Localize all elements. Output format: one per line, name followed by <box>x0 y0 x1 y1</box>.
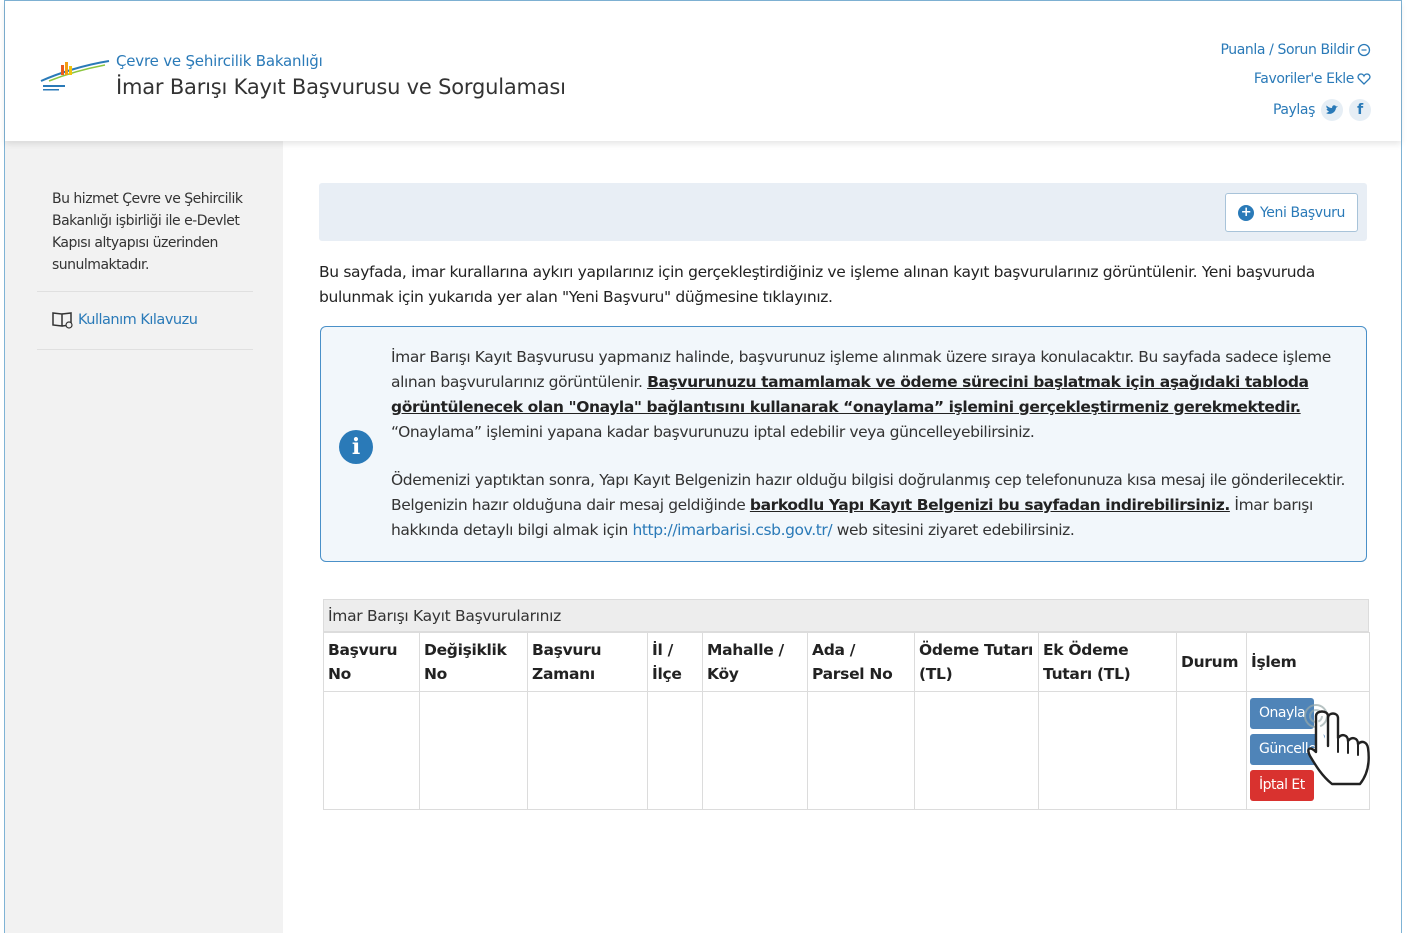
column-header: Mahalle / Köy <box>702 632 808 692</box>
imarbarisi-link[interactable]: http://imarbarisi.csb.gov.tr/ <box>632 521 832 539</box>
sidebar: Bu hizmet Çevre ve Şehircilik Bakanlığı … <box>5 141 283 933</box>
column-header: Başvuru No <box>323 632 420 692</box>
table-cell <box>323 691 420 810</box>
table-cell <box>1038 691 1177 810</box>
info-box: i İmar Barışı Kayıt Başvurusu yapmanız h… <box>320 326 1367 562</box>
table-row: Onayla Güncelle İptal Et <box>323 691 1370 810</box>
table-cell <box>807 691 915 810</box>
sidebar-description: Bu hizmet Çevre ve Şehircilik Bakanlığı … <box>52 191 243 273</box>
column-header: Başvuru Zamanı <box>527 632 648 692</box>
column-header: Ada / Parsel No <box>807 632 915 692</box>
table-cell <box>419 691 528 810</box>
ministry-name[interactable]: Çevre ve Şehircilik Bakanlığı <box>116 52 323 70</box>
rate-link[interactable]: Puanla / Sorun Bildir <box>1220 35 1371 64</box>
favorites-link[interactable]: Favoriler'e Ekle <box>1220 64 1371 93</box>
column-header: Ödeme Tutarı (TL) <box>914 632 1039 692</box>
heart-icon <box>1357 72 1371 85</box>
header-links: Puanla / Sorun Bildir Favoriler'e Ekle P… <box>1220 35 1371 124</box>
info-p2-bold: barkodlu Yapı Kayıt Belgenizi bu sayfada… <box>749 496 1230 514</box>
intro-text: Bu sayfada, imar kurallarına aykırı yapı… <box>319 263 1315 306</box>
info-paragraph-1: İmar Barışı Kayıt Başvurusu yapmanız hal… <box>391 345 1353 445</box>
table-header-row: Başvuru No Değişiklik No Başvuru Zamanı … <box>323 632 1370 692</box>
info-icon: i <box>339 430 373 464</box>
plus-circle-icon: + <box>1238 204 1255 221</box>
page-header: Çevre ve Şehircilik Bakanlığı İmar Barış… <box>5 1 1401 141</box>
share-row: Paylaş f <box>1220 95 1371 124</box>
main-content: + Yeni Başvuru Bu sayfada, imar kurallar… <box>319 183 1370 810</box>
info-p2-tail: web sitesini ziyaret edebilirsiniz. <box>832 521 1075 539</box>
table-cell <box>647 691 703 810</box>
new-application-label: Yeni Başvuru <box>1260 204 1345 221</box>
divider <box>37 349 253 350</box>
column-header: Durum <box>1176 632 1247 692</box>
user-guide-label: Kullanım Kılavuzu <box>78 312 198 328</box>
toolbar: + Yeni Başvuru <box>319 183 1367 241</box>
user-guide-link[interactable]: Kullanım Kılavuzu <box>52 311 198 329</box>
new-application-button[interactable]: + Yeni Başvuru <box>1225 193 1358 232</box>
page-frame: Çevre ve Şehircilik Bakanlığı İmar Barış… <box>4 0 1402 933</box>
info-p1-tail: “Onaylama” işlemini yapana kadar başvuru… <box>391 423 1035 441</box>
column-header: Değişiklik No <box>419 632 528 692</box>
twitter-icon[interactable] <box>1321 98 1343 121</box>
page-title: İmar Barışı Kayıt Başvurusu ve Sorgulama… <box>116 75 566 99</box>
favorites-link-label: Favoriler'e Ekle <box>1253 70 1354 87</box>
table-caption: İmar Barışı Kayıt Başvurularınız <box>323 599 1369 632</box>
table: Başvuru No Değişiklik No Başvuru Zamanı … <box>323 632 1370 810</box>
table-cell <box>914 691 1039 810</box>
book-icon <box>52 312 73 329</box>
table-cell <box>702 691 808 810</box>
rate-link-label: Puanla / Sorun Bildir <box>1220 41 1354 58</box>
table-cell <box>527 691 648 810</box>
chat-icon <box>1357 43 1371 56</box>
info-paragraph-2: Ödemenizi yaptıktan sonra, Yapı Kayıt Be… <box>391 468 1353 543</box>
divider <box>37 291 253 292</box>
column-header: Ek Ödeme Tutarı (TL) <box>1038 632 1177 692</box>
column-header: İşlem <box>1246 632 1370 692</box>
pointer-hand-icon <box>1304 704 1370 786</box>
ministry-logo[interactable] <box>39 51 111 93</box>
info-text: İmar Barışı Kayıt Başvurusu yapmanız hal… <box>391 345 1353 543</box>
column-header: İl / İlçe <box>647 632 703 692</box>
table-cell <box>1176 691 1247 810</box>
share-label: Paylaş <box>1272 101 1315 118</box>
facebook-icon[interactable]: f <box>1349 98 1371 121</box>
applications-table: İmar Barışı Kayıt Başvurularınız Başvuru… <box>323 599 1370 810</box>
